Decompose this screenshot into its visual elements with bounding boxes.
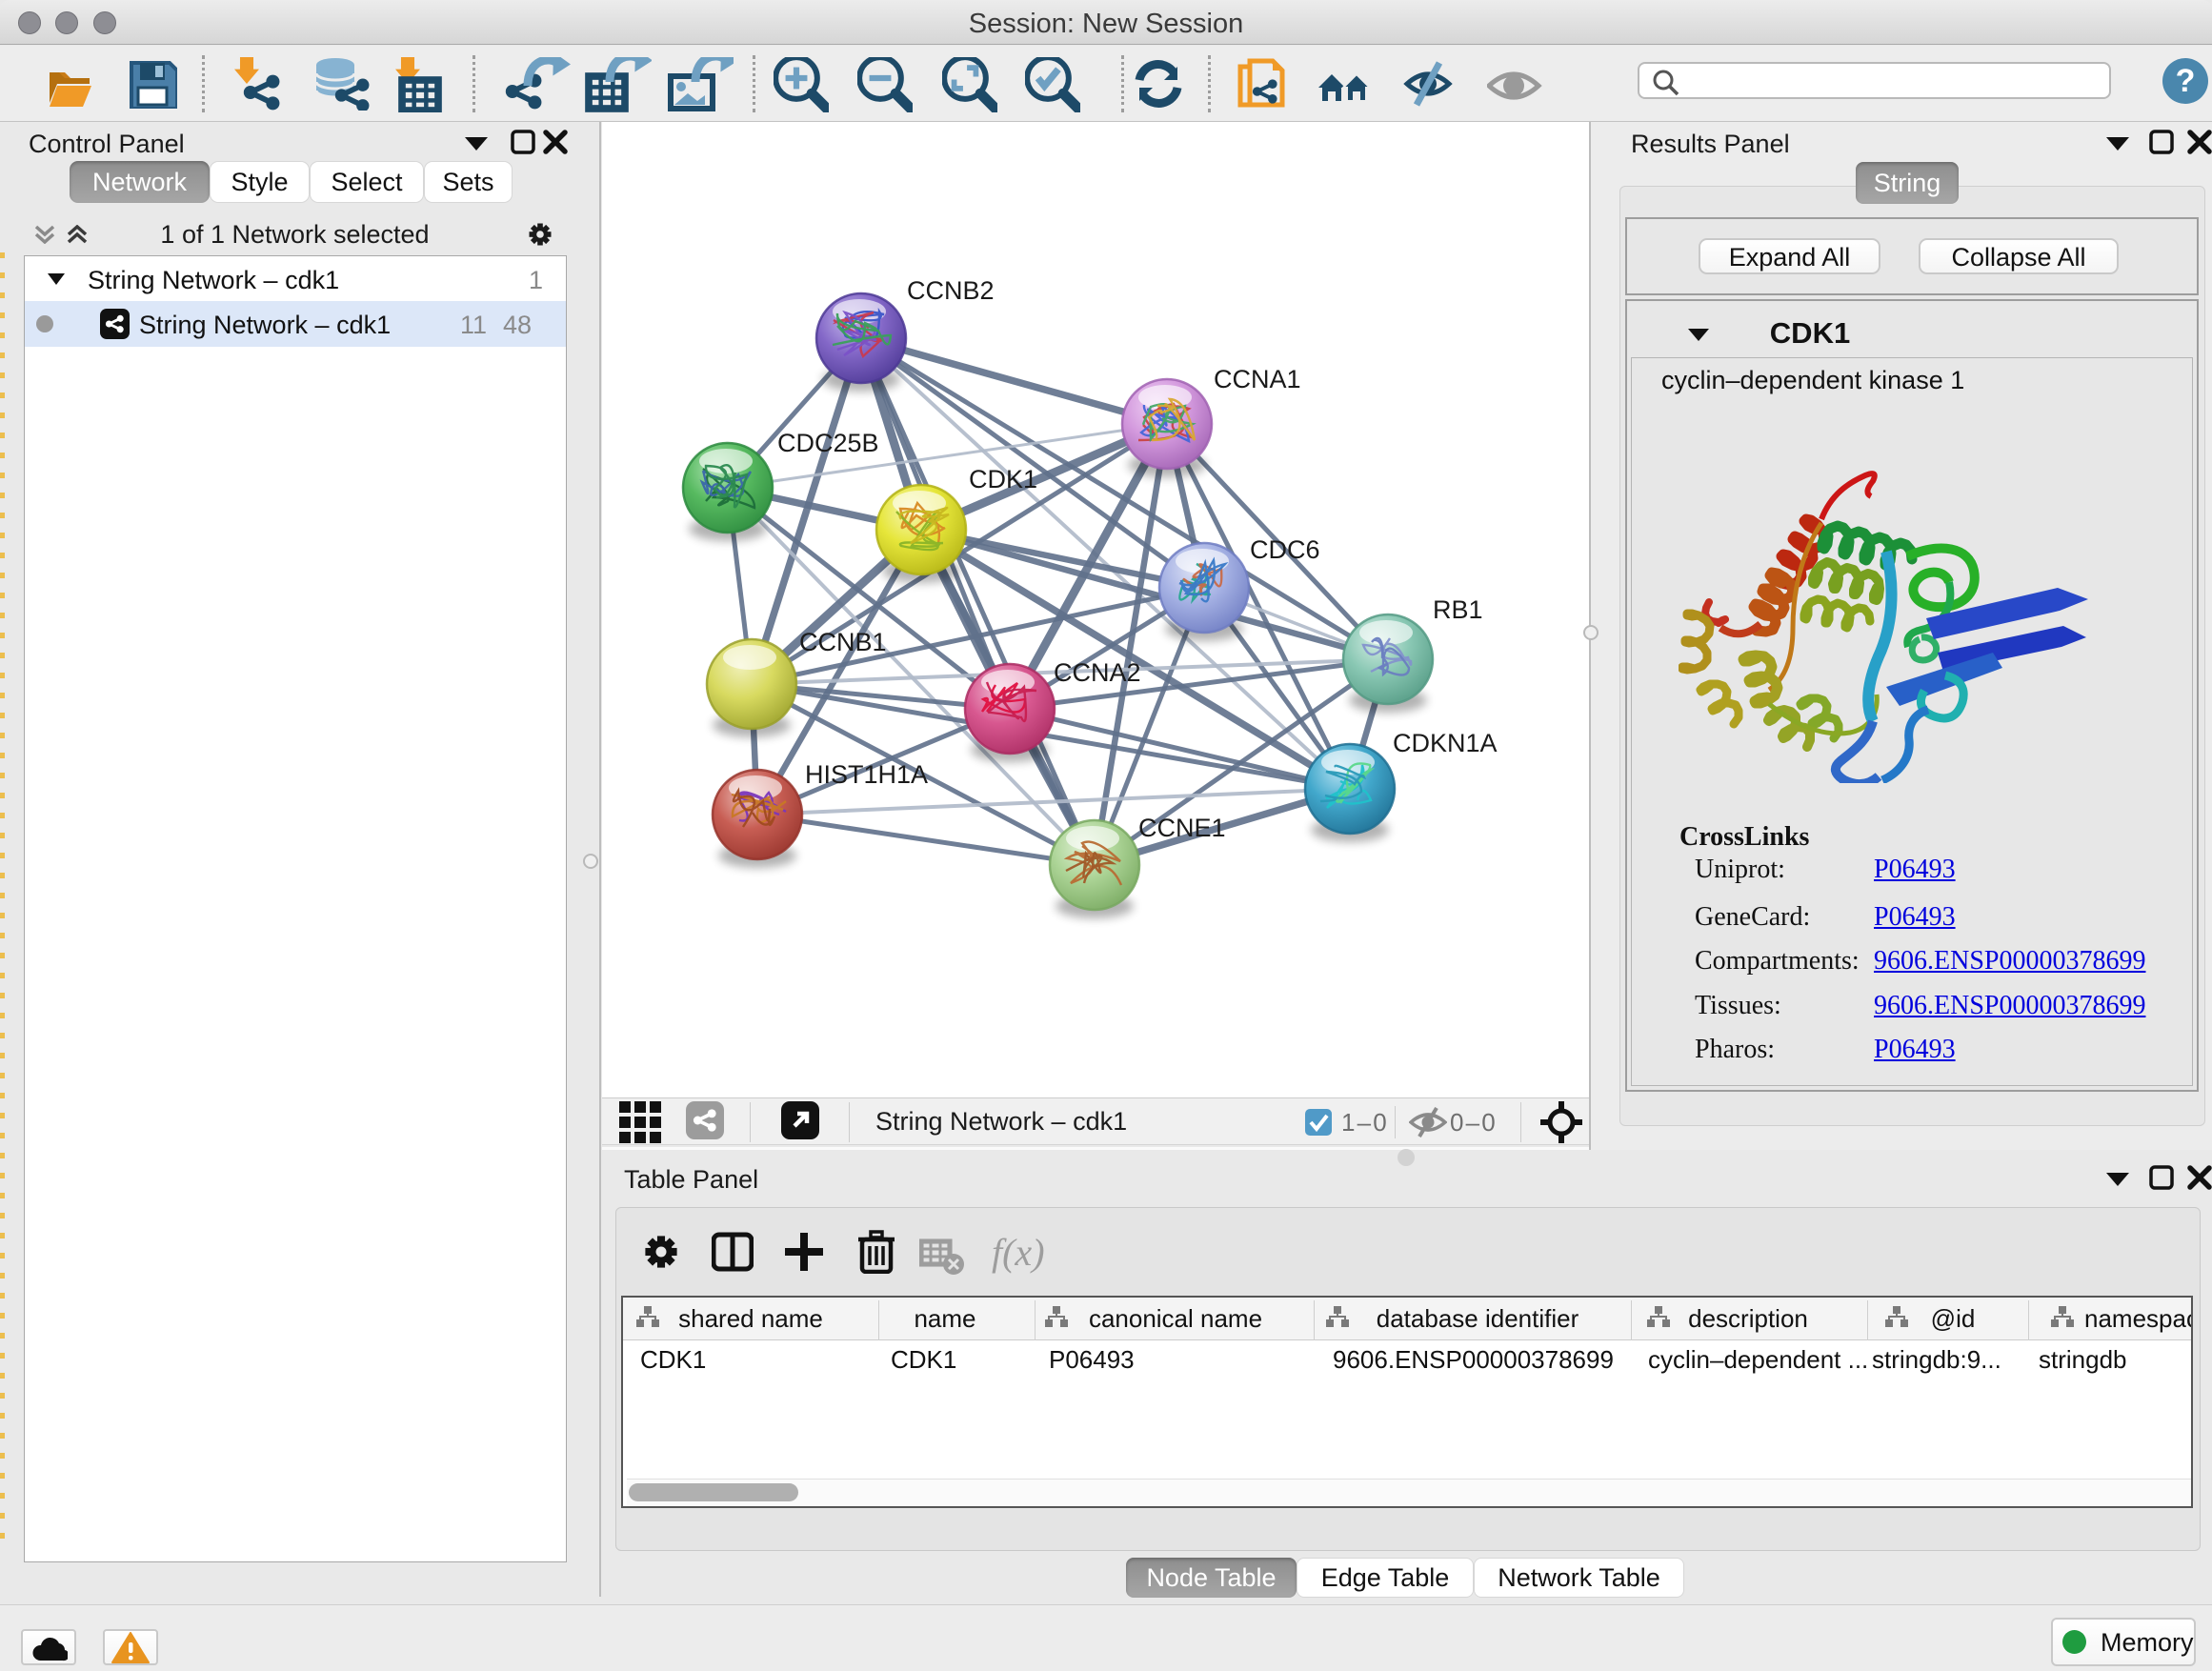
svg-text:CDC6: CDC6 — [1250, 535, 1320, 564]
svg-text:CCNE1: CCNE1 — [1138, 814, 1226, 842]
svg-text:CCNB1: CCNB1 — [799, 628, 887, 656]
svg-text:RB1: RB1 — [1433, 595, 1483, 624]
svg-text:CCNB2: CCNB2 — [907, 276, 995, 305]
svg-text:HIST1H1A: HIST1H1A — [805, 760, 928, 789]
svg-text:CCNA2: CCNA2 — [1054, 658, 1141, 687]
svg-text:CDKN1A: CDKN1A — [1393, 729, 1498, 757]
svg-text:CDK1: CDK1 — [969, 465, 1037, 493]
svg-text:?: ? — [2176, 63, 2196, 99]
svg-text:CCNA1: CCNA1 — [1214, 365, 1301, 393]
svg-text:CDC25B: CDC25B — [777, 429, 879, 457]
